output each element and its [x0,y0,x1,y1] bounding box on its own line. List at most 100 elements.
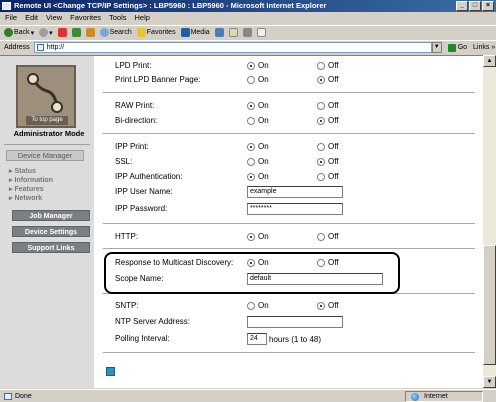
menu-favorites[interactable]: Favorites [70,12,101,24]
maximize-button[interactable]: □ [469,1,481,11]
vertical-scrollbar[interactable]: ▲ ▼ [483,55,496,388]
search-button[interactable]: Search [99,28,132,37]
address-dropdown-icon[interactable]: ▼ [431,42,442,53]
ipp-print-on-radio[interactable]: On [247,142,269,151]
section-divider [103,223,475,224]
section-divider [103,133,475,134]
mail-icon[interactable] [228,28,238,37]
sidebar-item-network[interactable]: Network [9,194,42,202]
http-off-radio[interactable]: Off [317,232,339,241]
sidebar-item-features[interactable]: Features [9,185,43,193]
setting-row-bi-direction: Bi-direction: On Off [115,116,339,125]
page-done-icon [4,393,12,400]
http-on-radio[interactable]: On [247,232,269,241]
address-label: Address [4,44,30,51]
favorites-button[interactable]: Favorites [136,28,176,37]
menu-view[interactable]: View [46,12,62,24]
raw-print-on-radio[interactable]: On [247,101,269,110]
menu-file[interactable]: File [5,12,17,24]
menu-tools[interactable]: Tools [109,12,127,24]
ntp-server-address-input[interactable] [247,316,343,328]
ipp-user-name-input[interactable]: example [247,186,343,198]
setting-row-lpd-banner: Print LPD Banner Page: On Off [115,75,339,84]
sidebar-item-status[interactable]: Status [9,167,35,175]
toolbar: Back ▾ ▾ Search Favorites Media [0,25,496,39]
scroll-down-icon[interactable]: ▼ [483,376,496,388]
status-text: Done [4,390,32,402]
device-settings-button[interactable]: Device Settings [12,226,90,237]
page-icon [36,44,44,51]
forward-arrow-icon [39,28,49,37]
bi-direction-on-radio[interactable]: On [247,116,269,125]
sidebar-divider [4,144,90,145]
status-bar: Done Internet [0,389,496,402]
close-button[interactable]: × [482,1,494,11]
highlight-callout [104,252,400,294]
media-icon [180,28,190,37]
ie-icon [2,2,11,10]
minimize-button[interactable]: _ [456,1,468,11]
forward-button[interactable]: ▾ [39,28,53,37]
lpd-banner-on-radio[interactable]: On [247,75,269,84]
ssl-off-radio[interactable]: Off [317,157,339,166]
network-node-icon [27,73,63,113]
go-button[interactable]: Go [447,43,467,52]
address-input[interactable]: http:// [33,42,432,53]
print-icon[interactable] [242,28,252,37]
section-divider [103,352,475,353]
setting-row-lpd-print: LPD Print: On Off [115,61,339,70]
setting-row-ssl: SSL: On Off [115,157,339,166]
favorites-star-icon [136,28,146,37]
to-top-page-link[interactable]: To top page [26,116,68,125]
menu-help[interactable]: Help [135,12,150,24]
window-title-bar: Remote UI <Change TCP/IP Settings> : LBP… [0,0,496,12]
admin-mode-label: Administrator Mode [13,129,85,138]
sntp-on-radio[interactable]: On [247,301,269,310]
search-icon [99,28,109,37]
go-arrow-icon [447,43,456,52]
raw-print-off-radio[interactable]: Off [317,101,339,110]
scroll-up-icon[interactable]: ▲ [483,55,496,67]
setting-row-sntp: SNTP: On Off [115,301,339,310]
device-manager-button[interactable]: Device Manager [6,150,84,161]
stop-icon[interactable] [57,28,67,37]
bi-direction-off-radio[interactable]: Off [317,116,339,125]
setting-row-ntp-server: NTP Server Address: [103,316,475,328]
page-viewport: To top page Administrator Mode Device Ma… [0,55,483,388]
ipp-password-input[interactable]: ******** [247,203,343,215]
links-button[interactable]: Links » [473,44,495,51]
edit-icon[interactable] [256,28,266,37]
media-button[interactable]: Media [180,28,210,37]
address-bar: Address http:// ▼ Go Links » [0,40,496,54]
ipp-auth-on-radio[interactable]: On [247,172,269,181]
internet-globe-icon [411,393,419,401]
security-zone: Internet [405,391,483,402]
menu-edit[interactable]: Edit [25,12,38,24]
ipp-print-off-radio[interactable]: Off [317,142,339,151]
scrollbar-thumb[interactable] [483,245,496,365]
history-icon[interactable] [214,28,224,37]
lpd-print-on-radio[interactable]: On [247,61,269,70]
support-links-button[interactable]: Support Links [12,242,90,253]
setting-row-ipp-password: IPP Password: ******** [103,203,475,215]
home-icon[interactable] [85,28,95,37]
ipp-auth-off-radio[interactable]: Off [317,172,339,181]
back-button[interactable]: Back ▾ [4,28,34,37]
job-manager-button[interactable]: Job Manager [12,210,90,221]
lpd-print-off-radio[interactable]: Off [317,61,339,70]
refresh-icon[interactable] [71,28,81,37]
setting-row-http: HTTP: On Off [115,232,339,241]
sidebar-item-information[interactable]: Information [9,176,53,184]
remote-ui-logo[interactable]: To top page [16,65,76,128]
lpd-banner-off-radio[interactable]: Off [317,75,339,84]
ssl-on-radio[interactable]: On [247,157,269,166]
back-arrow-icon [4,28,13,37]
polling-interval-input[interactable]: 24 [247,333,267,345]
setting-row-ipp-auth: IPP Authentication: On Off [115,172,339,181]
sidebar: To top page Administrator Mode Device Ma… [0,56,94,388]
polling-interval-hint: hours (1 to 48) [269,335,322,344]
setting-row-raw-print: RAW Print: On Off [115,101,339,110]
sntp-off-radio[interactable]: Off [317,301,339,310]
back-to-top-icon[interactable] [106,367,115,376]
menu-bar: File Edit View Favorites Tools Help [0,12,496,24]
